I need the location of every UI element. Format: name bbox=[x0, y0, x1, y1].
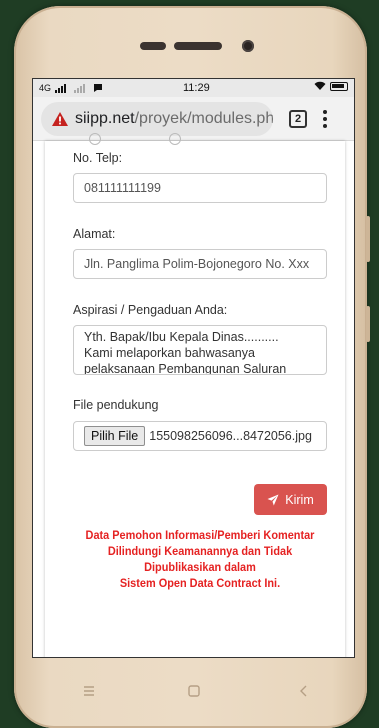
choose-file-button[interactable]: Pilih File bbox=[84, 426, 146, 446]
android-nav-bar bbox=[32, 672, 355, 712]
clock: 11:29 bbox=[183, 82, 210, 94]
power-button bbox=[366, 306, 370, 342]
front-camera bbox=[242, 40, 254, 52]
complaint-line: Yth. Bapak/Ibu Kepala Dinas.......... bbox=[84, 330, 279, 344]
earpiece-speaker bbox=[140, 42, 234, 50]
status-bar: 4G 11:29 bbox=[33, 79, 354, 97]
phone-label: No. Telp: bbox=[73, 151, 123, 165]
radio-option-1[interactable] bbox=[89, 133, 101, 145]
form-card: No. Telp: 081111111199 Alamat: Jln. Pang… bbox=[45, 133, 345, 657]
home-icon[interactable] bbox=[187, 684, 201, 698]
network-type: 4G bbox=[39, 83, 52, 93]
battery-icon bbox=[330, 81, 348, 91]
notice-line: Sistem Open Data Contract Ini. bbox=[119, 578, 281, 590]
overflow-menu-icon[interactable] bbox=[323, 109, 327, 128]
complaint-line: Kami melaporkan bahwasanya bbox=[84, 346, 255, 360]
complaint-label: Aspirasi / Pengaduan Anda: bbox=[73, 303, 228, 317]
notice-line: Dilindungi Keamanannya dan Tidak bbox=[107, 546, 293, 558]
tab-switcher-button[interactable]: 2 bbox=[289, 109, 307, 128]
address-input[interactable]: Jln. Panglima Polim-Bojonegoro No. Xxx bbox=[73, 249, 327, 279]
privacy-notice: Data Pemohon Informasi/Pemberi Komentar … bbox=[62, 528, 338, 592]
url-host: siipp.net bbox=[75, 109, 135, 127]
wifi-icon bbox=[314, 81, 326, 90]
signal-icon-sim2 bbox=[74, 83, 86, 93]
file-input[interactable]: Pilih File 155098256096...8472056.jpg bbox=[73, 421, 327, 451]
phone-screen: 4G 11:29 siipp.net/proyek/modules.php 2 … bbox=[32, 78, 355, 658]
menu-icon[interactable] bbox=[82, 684, 96, 698]
complaint-line: pelaksanaan Pembangunan Saluran bbox=[84, 362, 287, 375]
file-name: 155098256096...8472056.jpg bbox=[149, 429, 312, 443]
submit-label: Kirim bbox=[285, 492, 314, 507]
url-path: /proyek/modules.php bbox=[134, 109, 273, 127]
back-icon[interactable] bbox=[297, 684, 311, 698]
radio-option-2[interactable] bbox=[169, 133, 181, 145]
volume-button bbox=[366, 216, 370, 262]
message-icon bbox=[94, 84, 103, 92]
address-bar[interactable]: siipp.net/proyek/modules.php bbox=[41, 101, 273, 136]
file-label: File pendukung bbox=[73, 398, 159, 412]
signal-icon bbox=[55, 83, 67, 93]
phone-input[interactable]: 081111111199 bbox=[73, 173, 327, 203]
notice-line: Data Pemohon Informasi/Pemberi Komentar bbox=[85, 530, 315, 542]
complaint-textarea[interactable]: Yth. Bapak/Ibu Kepala Dinas.......... Ka… bbox=[73, 325, 327, 375]
send-icon bbox=[267, 494, 279, 505]
address-label: Alamat: bbox=[73, 227, 116, 241]
notice-line: Dipublikasikan dalam bbox=[144, 562, 256, 574]
submit-button[interactable]: Kirim bbox=[254, 484, 327, 515]
warning-icon[interactable] bbox=[51, 111, 69, 127]
browser-toolbar: siipp.net/proyek/modules.php 2 bbox=[33, 97, 354, 141]
